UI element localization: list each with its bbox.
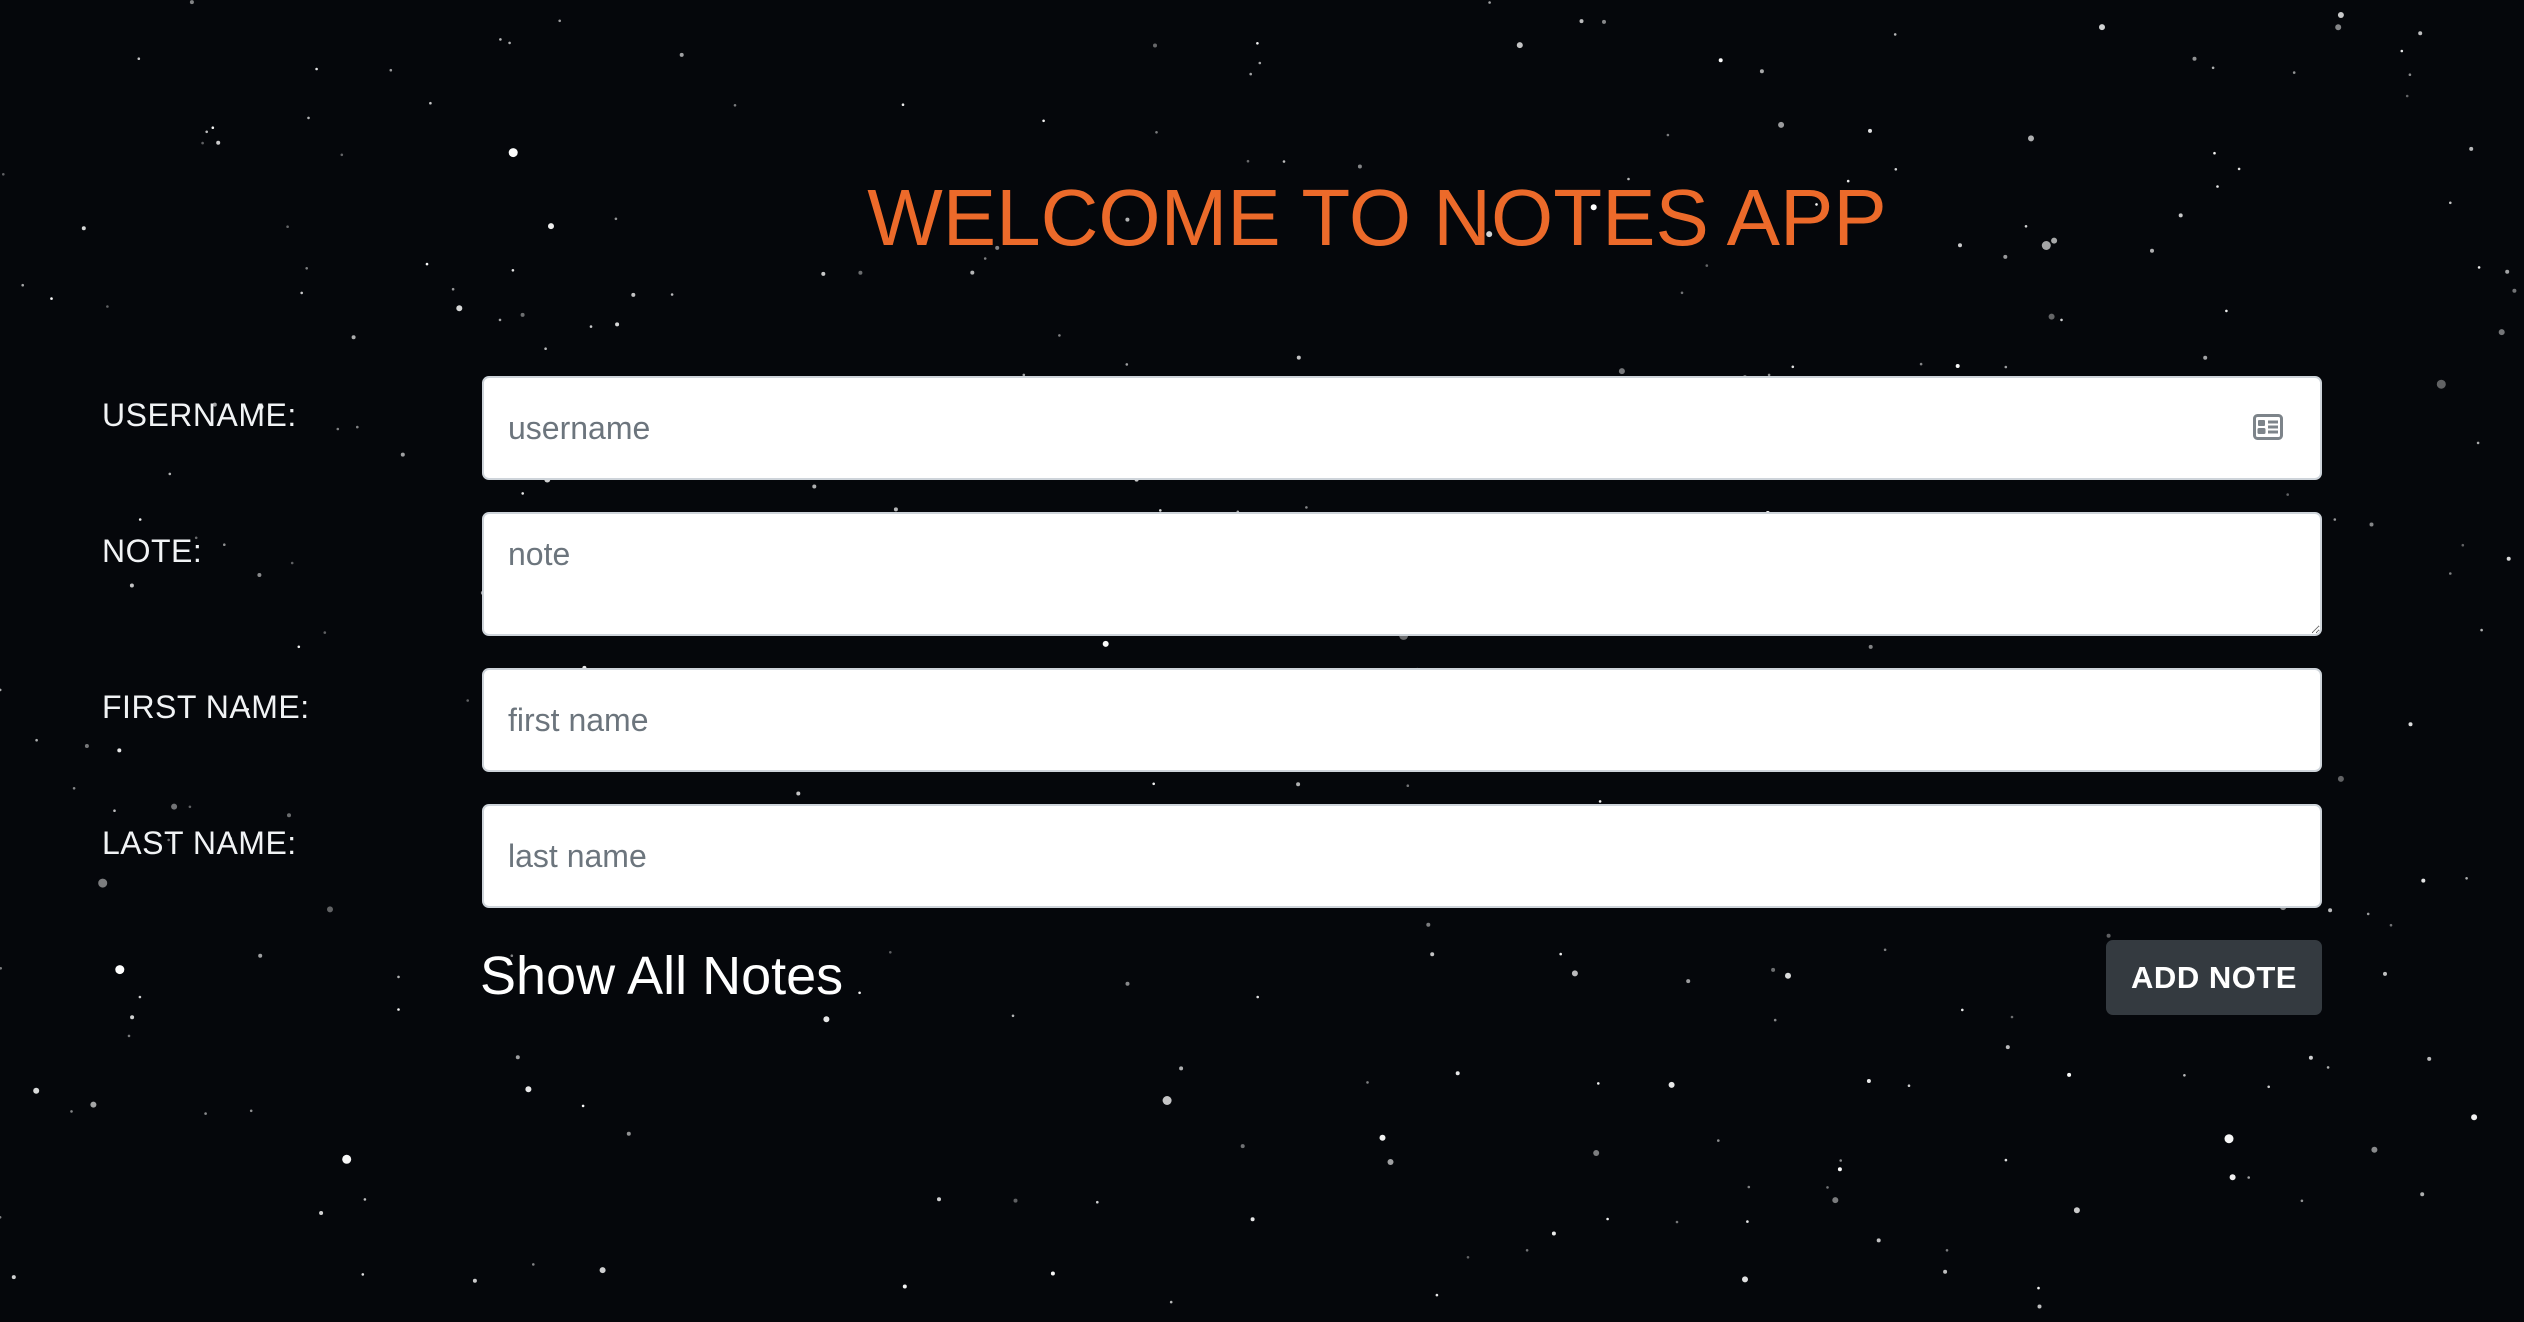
first-name-label: FIRST NAME: [102,689,310,725]
last-name-input[interactable] [482,804,2322,908]
show-all-notes-link[interactable]: Show All Notes [480,944,843,1008]
note-textarea[interactable] [482,512,2322,636]
page-title: WELCOME TO NOTES APP [867,173,1887,262]
last-name-label: LAST NAME: [102,825,297,861]
add-note-button[interactable]: ADD NOTE [2106,940,2322,1015]
contact-card-icon[interactable] [2253,414,2283,440]
notes-app: WELCOME TO NOTES APP USERNAME: NOTE: FIR… [0,0,2524,1322]
username-input[interactable] [482,376,2322,480]
username-label: USERNAME: [102,397,297,433]
first-name-input[interactable] [482,668,2322,772]
note-label: NOTE: [102,533,203,569]
